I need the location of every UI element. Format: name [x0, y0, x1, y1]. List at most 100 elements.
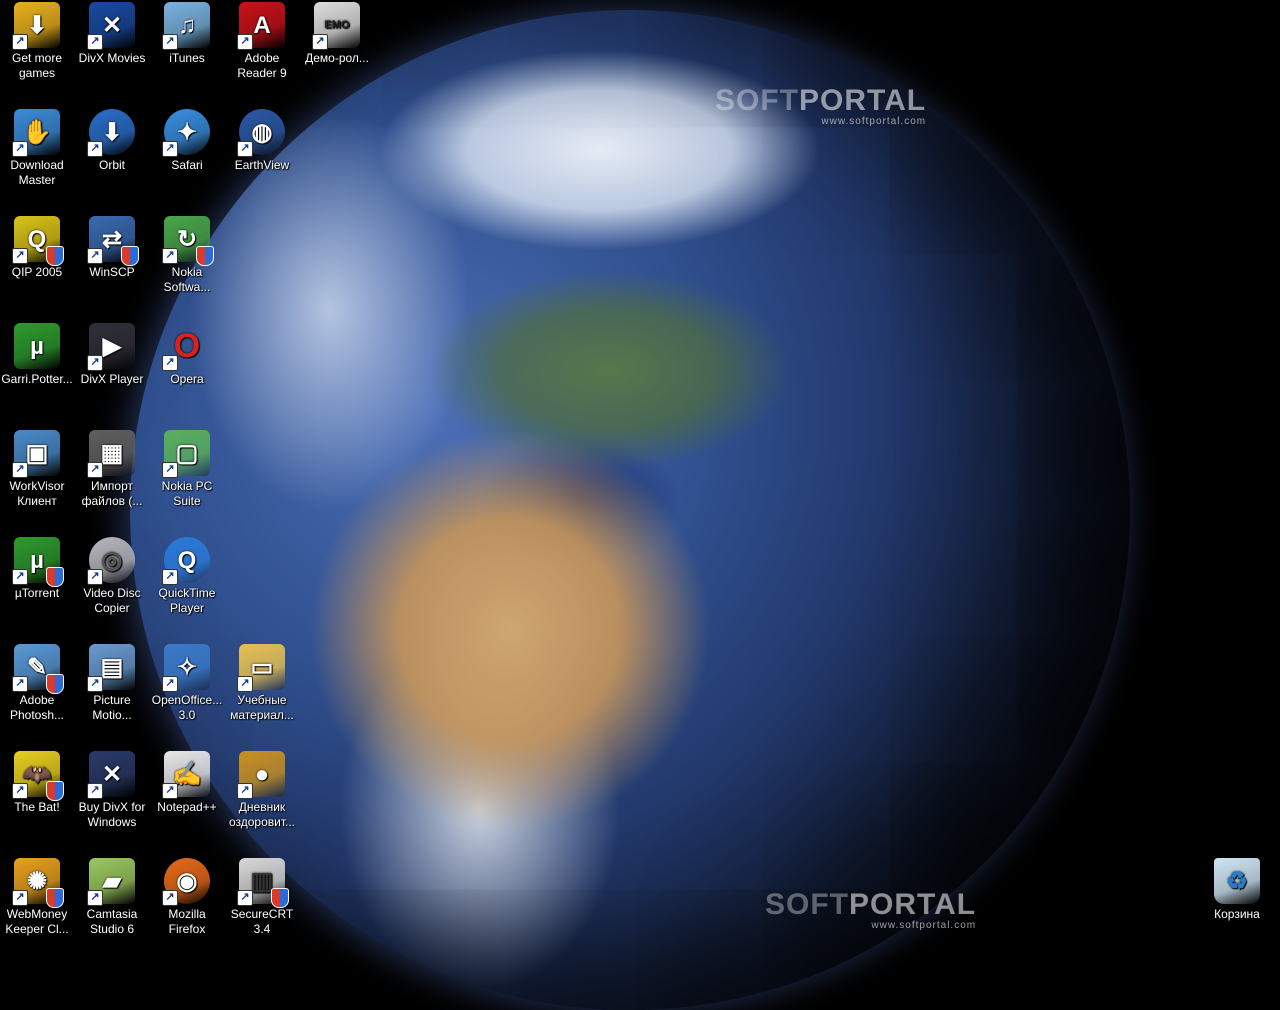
download-arrow-icon: ⬇ ↗	[12, 2, 60, 50]
icon-label: WorkVisor Клиент	[9, 479, 65, 508]
icon-label: SecureCRT 3.4	[230, 907, 294, 936]
icon-label: iTunes	[169, 51, 205, 65]
quicktime-icon: Q ↗	[162, 537, 210, 585]
desktop-icon-orbit[interactable]: ⬇ ↗ Orbit	[75, 107, 149, 173]
icon-label: OpenOffice... 3.0	[151, 693, 223, 722]
desktop-icon-webmoney-keeper[interactable]: ✺ ↗ WebMoney Keeper Cl...	[0, 856, 74, 937]
import-files-icon: ▦ ↗	[87, 430, 135, 478]
desktop-icon-health-diary[interactable]: ● ↗ Дневник оздоровит...	[225, 749, 299, 830]
icon-label: DivX Movies	[78, 51, 146, 65]
desktop-icon-adobe-photoshop[interactable]: ✎ ↗ Adobe Photosh...	[0, 642, 74, 723]
folder-icon: ▭ ↗	[237, 644, 285, 692]
coins-icon: ● ↗	[237, 751, 285, 799]
icon-label: Adobe Photosh...	[9, 693, 65, 722]
icon-label: Get more games	[11, 51, 62, 80]
desktop-icon-firefox[interactable]: ◉ ↗ Mozilla Firefox	[150, 856, 224, 937]
desktop-icon-buy-divx[interactable]: ✕ ↗ Buy DivX for Windows	[75, 749, 149, 830]
icon-label: Демо-рол...	[305, 51, 369, 65]
firefox-icon: ◉ ↗	[162, 858, 210, 906]
desktop-icon-picture-motion[interactable]: ▤ ↗ Picture Motio...	[75, 642, 149, 723]
qip-icon: Q ↗	[12, 216, 64, 266]
recycle-bin-icon: ♻	[1214, 858, 1260, 904]
desktop-icon-winscp[interactable]: ⇄ ↗ WinSCP	[75, 214, 149, 280]
icon-label: Учебные материал...	[230, 693, 294, 722]
icon-label: Orbit	[98, 158, 125, 172]
desktop-icon-nokia-software[interactable]: ↻ ↗ Nokia Softwa...	[150, 214, 224, 295]
icon-label: Дневник оздоровит...	[228, 800, 296, 829]
nokia-pc-suite-icon: ▢ ↗	[162, 430, 210, 478]
opera-icon: O ↗	[162, 323, 210, 371]
icon-label: Buy DivX for Windows	[78, 800, 146, 829]
the-bat-icon: 🦇 ↗	[12, 751, 64, 801]
openoffice-icon: ✧ ↗	[162, 644, 210, 692]
desktop-icon-utorrent[interactable]: µ ↗ µTorrent	[0, 535, 74, 601]
icon-label: Mozilla Firefox	[168, 907, 206, 936]
icon-label: Garri.Potter...	[1, 372, 73, 386]
icon-label: Notepad++	[157, 800, 217, 814]
workvisor-icon: ▣ ↗	[12, 430, 60, 478]
utorrent-file-icon: µ	[14, 323, 60, 369]
desktop-icon-workvisor[interactable]: ▣ ↗ WorkVisor Клиент	[0, 428, 74, 509]
desktop-icon-recycle-bin[interactable]: ♻ Корзина	[1200, 856, 1274, 922]
icon-label: WebMoney Keeper Cl...	[5, 907, 69, 936]
icon-label: µTorrent	[14, 586, 60, 600]
desktop-icon-demo-rol[interactable]: EMO ↗ Демо-рол...	[300, 0, 374, 66]
icon-label: DivX Player	[80, 372, 144, 386]
adobe-reader-icon: A ↗	[237, 2, 285, 50]
desktop-icon-the-bat[interactable]: 🦇 ↗ The Bat!	[0, 749, 74, 815]
photoshop-feather-icon: ✎ ↗	[12, 644, 64, 694]
buy-divx-icon: ✕ ↗	[87, 751, 135, 799]
desktop-icon-earthview[interactable]: ◍ ↗ EarthView	[225, 107, 299, 173]
desktop-icon-adobe-reader[interactable]: A ↗ Adobe Reader 9	[225, 0, 299, 81]
clapperboard-icon: EMO ↗	[312, 2, 360, 50]
webmoney-bee-icon: ✺ ↗	[12, 858, 64, 908]
desktop-icon-safari[interactable]: ✦ ↗ Safari	[150, 107, 224, 173]
desktop-icon-divx-movies[interactable]: ✕ ↗ DivX Movies	[75, 0, 149, 66]
desktop-icon-qip-2005[interactable]: Q ↗ QIP 2005	[0, 214, 74, 280]
itunes-icon: ♫ ↗	[162, 2, 210, 50]
icon-label: Корзина	[1214, 907, 1260, 921]
desktop-icon-download-master[interactable]: ✋ ↗ Download Master	[0, 107, 74, 188]
utorrent-icon: µ ↗	[12, 537, 64, 587]
safari-compass-icon: ✦ ↗	[162, 109, 210, 157]
icon-label: Download Master	[10, 158, 64, 187]
desktop-icon-securecrt[interactable]: ▥ ↗ SecureCRT 3.4	[225, 856, 299, 937]
icon-label: Picture Motio...	[92, 693, 132, 722]
orbit-download-icon: ⬇ ↗	[87, 109, 135, 157]
icon-label: Nokia PC Suite	[161, 479, 213, 508]
icon-label: Camtasia Studio 6	[86, 907, 138, 936]
softportal-watermark: SOFTPORTAL www.softportal.com	[765, 888, 977, 932]
download-master-icon: ✋ ↗	[12, 109, 60, 157]
winscp-icon: ⇄ ↗	[87, 216, 139, 266]
desktop-icon-garri-potter[interactable]: µ Garri.Potter...	[0, 321, 74, 387]
desktop-icon-import-files[interactable]: ▦ ↗ Импорт файлов (...	[75, 428, 149, 509]
desktop-icon-opera[interactable]: O ↗ Opera	[150, 321, 224, 387]
notepad-icon: ✍ ↗	[162, 751, 210, 799]
picture-motion-icon: ▤ ↗	[87, 644, 135, 692]
softportal-watermark: SOFTPORTAL www.softportal.com	[715, 84, 927, 128]
icon-label: QuickTime Player	[158, 586, 216, 615]
disc-icon: ◎ ↗	[87, 537, 135, 585]
icon-label: EarthView	[234, 158, 290, 172]
camtasia-icon: ▰ ↗	[87, 858, 135, 906]
desktop-icon-divx-player[interactable]: ▶ ↗ DivX Player	[75, 321, 149, 387]
desktop-icon-get-more-games[interactable]: ⬇ ↗ Get more games	[0, 0, 74, 81]
icon-label: Импорт файлов (...	[81, 479, 143, 508]
icon-label: Safari	[171, 158, 203, 172]
desktop-icon-video-disc-copier[interactable]: ◎ ↗ Video Disc Copier	[75, 535, 149, 616]
icon-label: Video Disc Copier	[83, 586, 141, 615]
icon-label: QIP 2005	[11, 265, 63, 279]
desktop-icon-nokia-pc-suite[interactable]: ▢ ↗ Nokia PC Suite	[150, 428, 224, 509]
divx-movies-icon: ✕ ↗	[87, 2, 135, 50]
icon-label: Nokia Softwa...	[163, 265, 211, 294]
desktop-icon-camtasia[interactable]: ▰ ↗ Camtasia Studio 6	[75, 856, 149, 937]
icon-label: WinSCP	[89, 265, 135, 279]
globe-icon: ◍ ↗	[237, 109, 285, 157]
desktop-icon-notepad-plus-plus[interactable]: ✍ ↗ Notepad++	[150, 749, 224, 815]
desktop-icon-study-materials-folder[interactable]: ▭ ↗ Учебные материал...	[225, 642, 299, 723]
nokia-software-icon: ↻ ↗	[162, 216, 214, 266]
desktop-icon-openoffice[interactable]: ✧ ↗ OpenOffice... 3.0	[150, 642, 224, 723]
desktop-icon-quicktime[interactable]: Q ↗ QuickTime Player	[150, 535, 224, 616]
desktop-icon-itunes[interactable]: ♫ ↗ iTunes	[150, 0, 224, 66]
icon-label: The Bat!	[14, 800, 60, 814]
